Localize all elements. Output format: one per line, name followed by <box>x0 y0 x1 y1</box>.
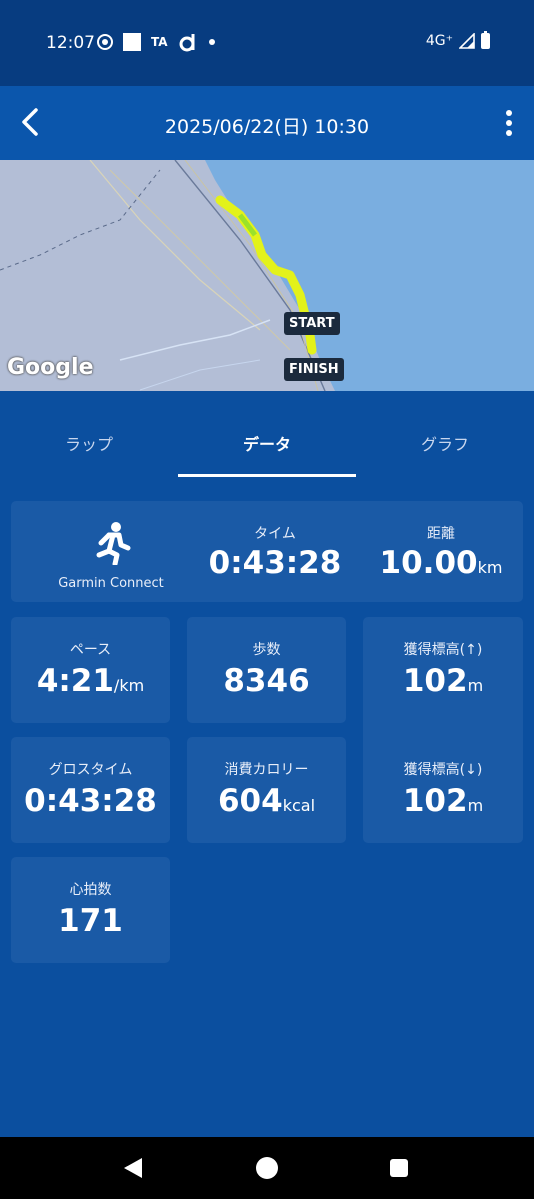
calories-value: 604 <box>217 783 283 819</box>
google-logo: Google <box>7 355 94 380</box>
calories-label: 消費カロリー <box>224 762 309 778</box>
gross-time-value: 0:43:28 <box>24 783 157 819</box>
calories-unit: kcal <box>282 796 316 815</box>
more-options-icon[interactable] <box>502 108 516 138</box>
heart-rate-value: 171 <box>58 903 123 939</box>
app-bar: 2025/06/22(日) 10:30 <box>0 86 534 160</box>
dot-icon <box>208 39 215 45</box>
gross-time-label: グロスタイム <box>48 762 133 778</box>
steps-value: 8346 <box>223 663 310 699</box>
ascent-label: 獲得標高(↑) <box>403 642 483 658</box>
ta-icon: TA <box>151 35 168 49</box>
status-bar: 12:07 TA 4G⁺ <box>0 0 534 86</box>
pace-field: 4:21/km <box>11 663 170 699</box>
status-system-icons: 4G⁺ <box>425 31 490 49</box>
route-map[interactable]: Google START FINISH <box>0 160 534 391</box>
steps-label: 歩数 <box>252 642 281 658</box>
gross-time-card: グロスタイム 0:43:28 <box>11 737 170 843</box>
descent-field: 102m <box>363 783 523 819</box>
network-type: 4G⁺ <box>425 33 453 49</box>
finish-marker-label: FINISH <box>284 358 344 381</box>
activity-date-title: 2025/06/22(日) 10:30 <box>164 116 370 138</box>
tab-laps[interactable]: ラップ <box>0 431 178 455</box>
tab-graph[interactable]: グラフ <box>356 431 534 455</box>
distance-label: 距離 <box>427 526 455 542</box>
start-marker-label: START <box>284 312 340 335</box>
pace-label: ペース <box>69 642 112 658</box>
calories-field: 604kcal <box>187 783 346 819</box>
tab-bar: ラップ データ グラフ <box>0 391 534 481</box>
steps-card: 歩数 8346 <box>187 617 346 723</box>
calories-card: 消費カロリー 604kcal <box>187 737 346 843</box>
heart-rate-label: 心拍数 <box>69 882 112 898</box>
running-icon <box>96 522 131 565</box>
pace-card: ペース 4:21/km <box>11 617 170 723</box>
descent-unit: m <box>467 796 484 815</box>
heart-rate-card: 心拍数 171 <box>11 857 170 963</box>
time-label: タイム <box>254 526 296 542</box>
time-value: 0:43:28 <box>208 545 342 581</box>
d-icon <box>179 34 195 52</box>
distance-unit: km <box>477 558 503 577</box>
distance-value: 10.00 <box>379 545 478 581</box>
source-label: Garmin Connect <box>58 576 164 591</box>
elevation-card: 獲得標高(↑) 102m 獲得標高(↓) 102m <box>363 617 523 843</box>
ascent-field: 102m <box>363 663 523 699</box>
square-icon <box>123 33 141 51</box>
status-notification-icons: TA <box>97 32 216 52</box>
nav-recents-icon[interactable] <box>389 1158 409 1178</box>
pace-value: 4:21 <box>36 663 114 699</box>
battery-icon <box>481 31 490 49</box>
system-nav-bar <box>0 1137 534 1199</box>
descent-value: 102 <box>402 783 468 819</box>
tab-data[interactable]: データ <box>178 431 356 455</box>
nav-back-icon[interactable] <box>122 1157 144 1179</box>
ascent-unit: m <box>467 676 484 695</box>
ascent-value: 102 <box>402 663 468 699</box>
pace-unit: /km <box>113 676 145 695</box>
status-time: 12:07 <box>46 33 95 53</box>
signal-icon <box>459 33 475 49</box>
descent-label: 獲得標高(↓) <box>403 762 483 778</box>
nav-home-icon[interactable] <box>255 1156 279 1180</box>
active-tab-indicator <box>178 474 356 477</box>
distance-field: 10.00km <box>359 545 523 581</box>
chrome-icon <box>97 34 113 50</box>
summary-card: Garmin Connect タイム 0:43:28 距離 10.00km <box>11 501 523 602</box>
